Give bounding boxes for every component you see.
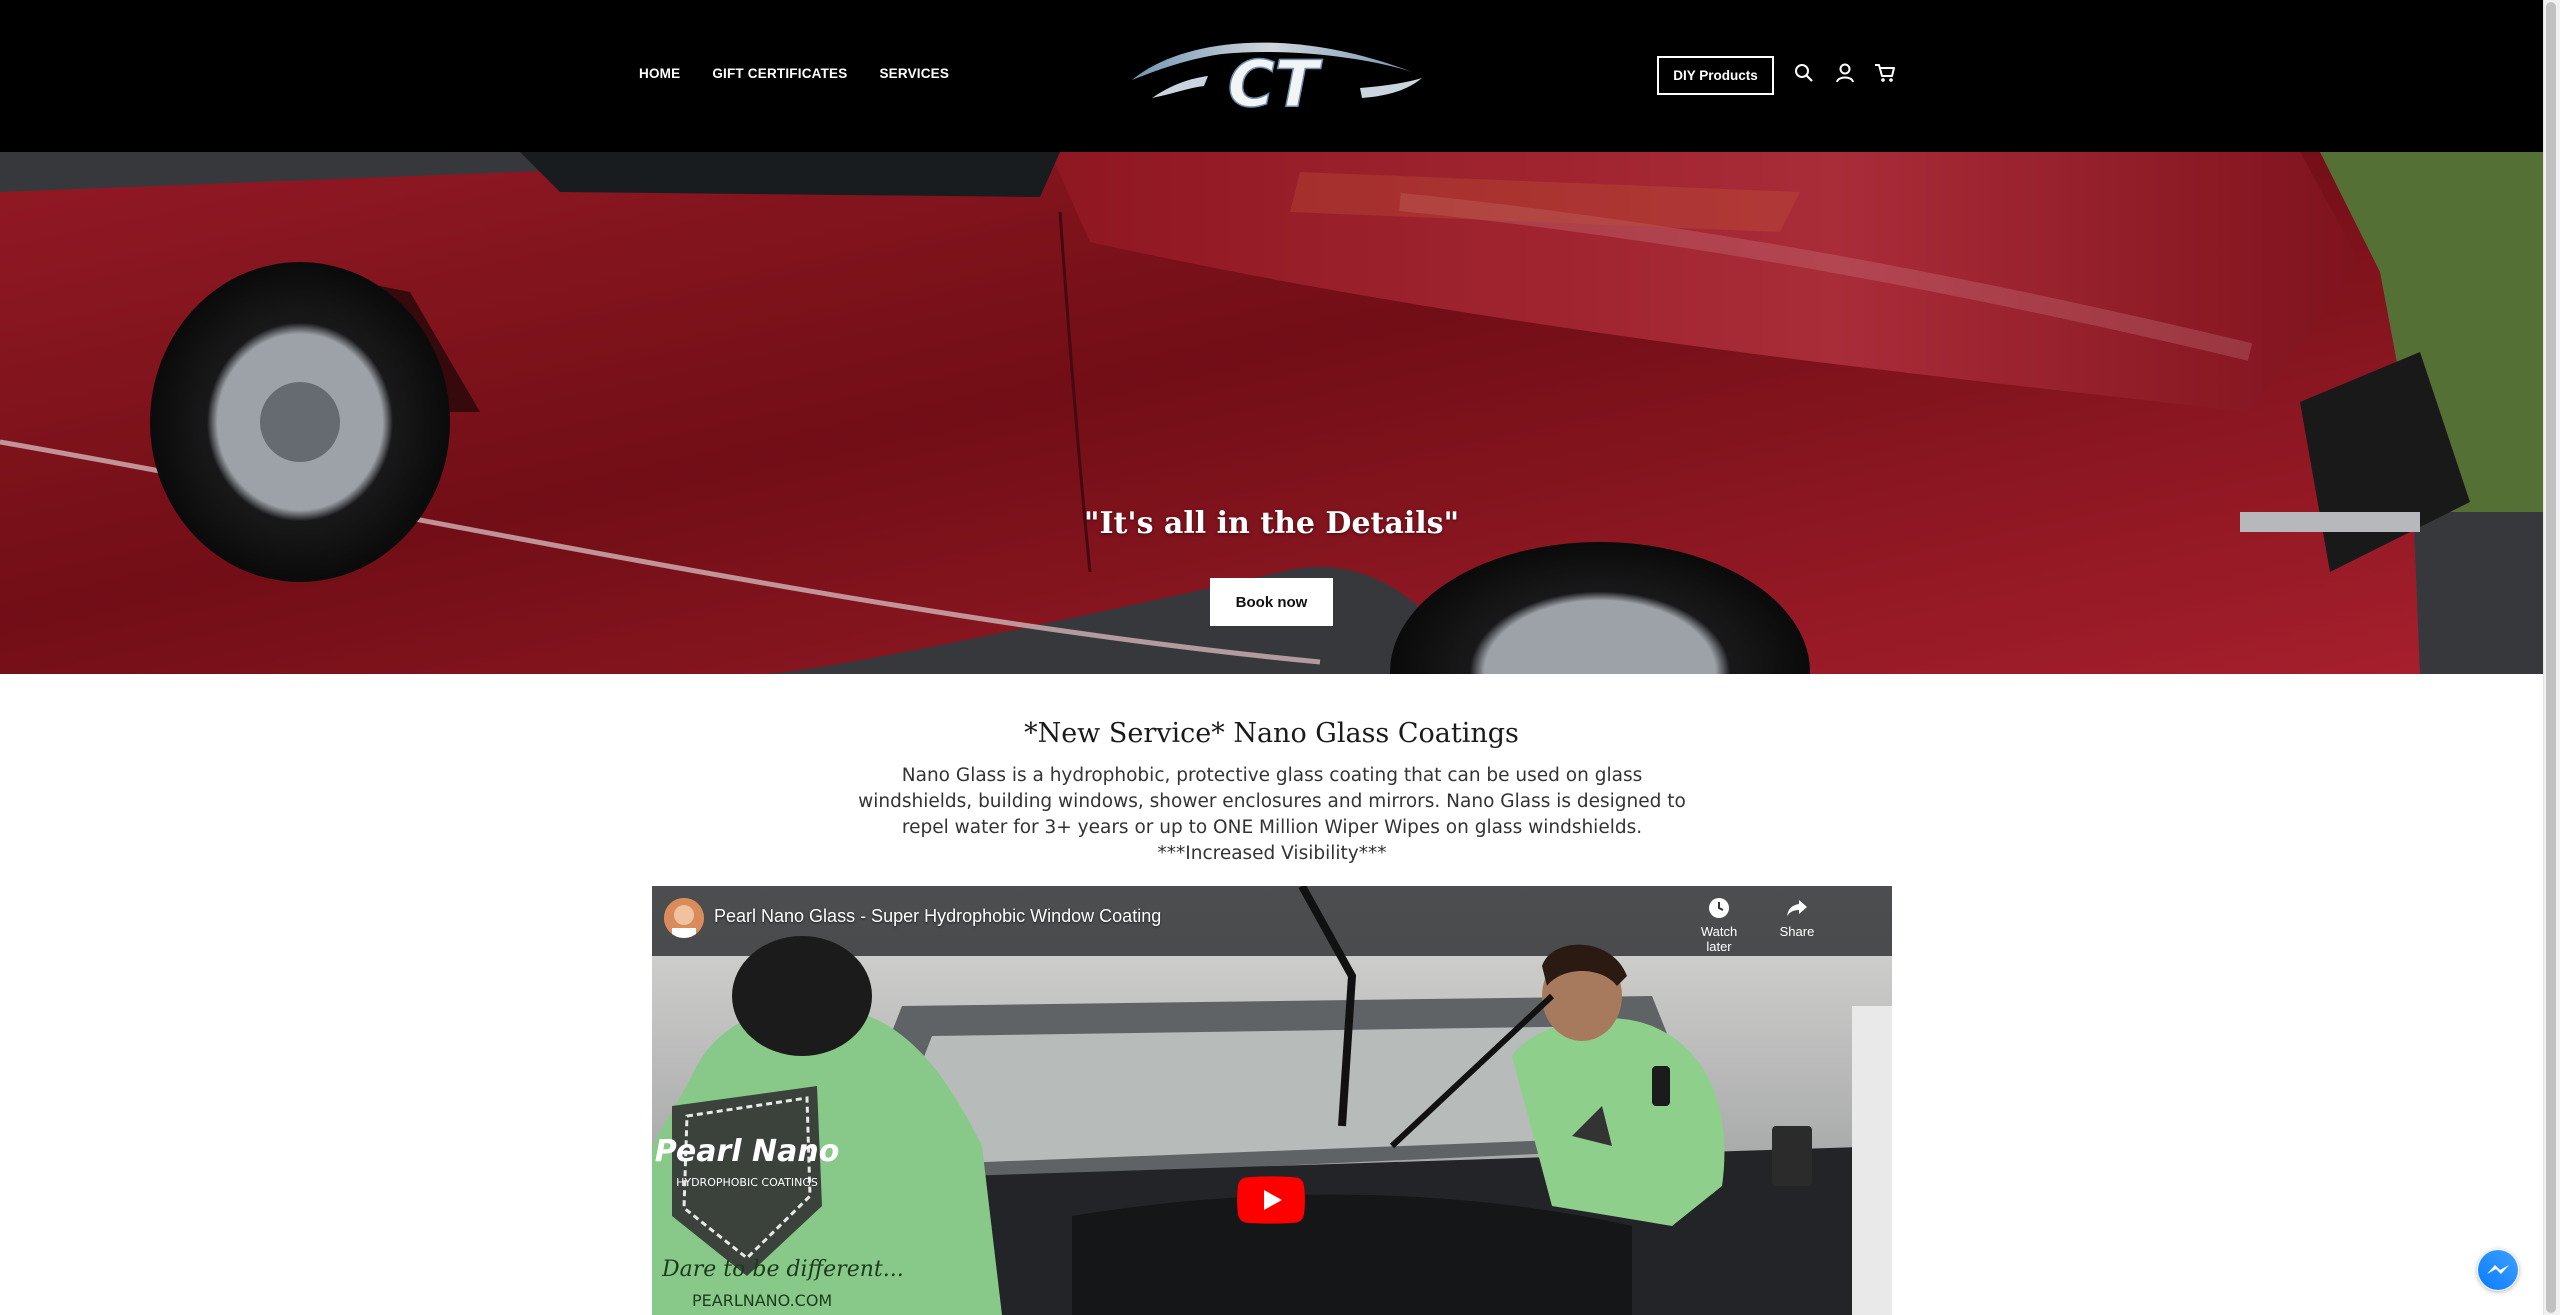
messenger-chat-button[interactable] [2477, 1249, 2519, 1291]
section-description: Nano Glass is a hydrophobic, protective … [858, 765, 1686, 838]
main-nav: HOME GIFT CERTIFICATES SERVICES [639, 66, 981, 81]
account-icon[interactable] [1834, 62, 1856, 84]
site-header: HOME GIFT CERTIFICATES SERVICES CT DIY P… [0, 0, 2543, 152]
share-button[interactable]: Share [1767, 896, 1827, 939]
nav-gift-certificates[interactable]: GIFT CERTIFICATES [712, 66, 847, 81]
youtube-video-embed[interactable]: Pearl Nano HYDROPHOBIC COATINGS Dare to … [652, 886, 1892, 1315]
share-label: Share [1779, 924, 1815, 939]
watch-later-label: Watch later [1700, 924, 1738, 954]
nav-home[interactable]: HOME [639, 66, 680, 81]
channel-avatar[interactable] [664, 898, 704, 938]
channel-avatar-image [664, 898, 704, 938]
cart-icon[interactable] [1874, 62, 1896, 84]
watch-later-button[interactable]: Watch later [1689, 896, 1749, 954]
section-title: *New Service* Nano Glass Coatings [1024, 718, 1519, 749]
section-note: ***Increased Visibility*** [1157, 843, 1387, 864]
book-now-button[interactable]: Book now [1210, 578, 1333, 626]
search-icon[interactable] [1793, 62, 1815, 84]
shirt-text-brand: Pearl Nano [655, 1134, 840, 1169]
video-title[interactable]: Pearl Nano Glass - Super Hydrophobic Win… [714, 906, 1161, 927]
shirt-text-url: PEARLNANO.COM [692, 1291, 832, 1310]
share-icon [1787, 900, 1807, 916]
shirt-text-sub: HYDROPHOBIC COATINGS [676, 1176, 818, 1189]
scrollbar-thumb[interactable] [2546, 2, 2556, 1313]
play-button[interactable] [1237, 1176, 1305, 1224]
shirt-text-slogan: Dare to be different... [661, 1257, 904, 1282]
hero-banner: "It's all in the Details" Book now [0, 152, 2543, 674]
diy-products-button[interactable]: DIY Products [1657, 56, 1774, 95]
messenger-icon [2478, 1250, 2518, 1290]
logo-letters: CT [1228, 48, 1323, 122]
nav-services[interactable]: SERVICES [879, 66, 949, 81]
hero-title: "It's all in the Details" [1083, 506, 1460, 541]
section-body: Nano Glass is a hydrophobic, protective … [855, 763, 1689, 867]
clock-icon [1709, 898, 1729, 918]
ct-logo[interactable]: CT [1112, 28, 1434, 124]
